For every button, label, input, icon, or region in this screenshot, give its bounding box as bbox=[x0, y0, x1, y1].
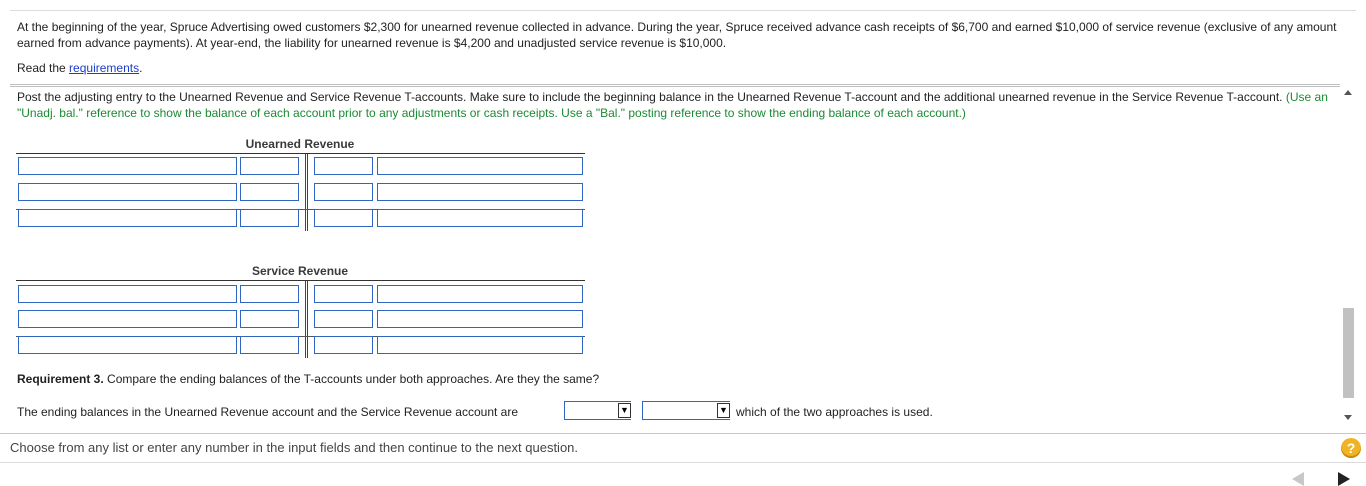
t-account-row bbox=[16, 183, 585, 210]
next-arrow-icon[interactable] bbox=[1338, 472, 1350, 486]
service-revenue-row2-left-amount[interactable] bbox=[240, 310, 299, 328]
service-revenue-row2-right-ref[interactable] bbox=[377, 310, 583, 328]
unearned-revenue-row1-left-ref[interactable] bbox=[18, 157, 237, 175]
help-icon[interactable]: ? bbox=[1341, 438, 1361, 458]
nav-divider bbox=[0, 462, 1366, 463]
requirement-3: Requirement 3. Compare the ending balanc… bbox=[17, 371, 599, 387]
dropdown-arrow-icon[interactable]: ▼ bbox=[618, 403, 631, 418]
t-account-top-line bbox=[16, 153, 585, 154]
t-account-row bbox=[16, 336, 585, 360]
service-revenue-row3-left-amount[interactable] bbox=[240, 336, 299, 354]
dropdown-arrow-icon[interactable]: ▼ bbox=[717, 403, 730, 418]
service-revenue-row3-left-ref[interactable] bbox=[18, 336, 237, 354]
service-revenue-row1-right-amount[interactable] bbox=[314, 285, 373, 303]
service-revenue-row1-left-amount[interactable] bbox=[240, 285, 299, 303]
read-requirements-line: Read the requirements. bbox=[17, 60, 142, 76]
t-account-row bbox=[16, 209, 585, 233]
content-scrollbar[interactable] bbox=[1341, 88, 1356, 422]
t-account-title-unearned-revenue: Unearned Revenue bbox=[245, 137, 355, 151]
instructions: Post the adjusting entry to the Unearned… bbox=[17, 89, 1332, 121]
service-revenue-row3-right-amount[interactable] bbox=[314, 336, 373, 354]
instructions-main: Post the adjusting entry to the Unearned… bbox=[17, 90, 1286, 104]
service-revenue-row1-right-ref[interactable] bbox=[377, 285, 583, 303]
read-prefix: Read the bbox=[17, 61, 70, 75]
answer-prefix: The ending balances in the Unearned Reve… bbox=[17, 405, 519, 419]
service-revenue-row1-left-ref[interactable] bbox=[18, 285, 237, 303]
t-account-row bbox=[16, 285, 585, 309]
unearned-revenue-row2-right-amount[interactable] bbox=[314, 183, 373, 201]
footer-divider bbox=[0, 433, 1366, 434]
answer-suffix: which of the two approaches is used. bbox=[736, 405, 933, 419]
t-account-title-service-revenue: Service Revenue bbox=[251, 264, 349, 278]
scroll-down-arrow-icon[interactable] bbox=[1344, 415, 1352, 420]
unearned-revenue-row3-left-ref[interactable] bbox=[18, 209, 237, 227]
unearned-revenue-row2-left-amount[interactable] bbox=[240, 183, 299, 201]
footer-instruction: Choose from any list or enter any number… bbox=[10, 440, 579, 455]
unearned-revenue-row3-left-amount[interactable] bbox=[240, 209, 299, 227]
section-divider-top bbox=[10, 84, 1340, 85]
unearned-revenue-row3-right-amount[interactable] bbox=[314, 209, 373, 227]
service-revenue-row3-right-ref[interactable] bbox=[377, 336, 583, 354]
t-account-row bbox=[16, 157, 585, 181]
top-divider bbox=[10, 10, 1356, 11]
requirements-link[interactable]: requirements bbox=[69, 61, 139, 75]
unearned-revenue-row1-right-ref[interactable] bbox=[377, 157, 583, 175]
requirement-3-label: Requirement 3. bbox=[17, 372, 104, 386]
previous-arrow-icon[interactable] bbox=[1292, 472, 1304, 486]
scrollbar-thumb[interactable] bbox=[1343, 308, 1354, 398]
scroll-up-arrow-icon[interactable] bbox=[1344, 90, 1352, 95]
unearned-revenue-row2-left-ref[interactable] bbox=[18, 183, 237, 201]
unearned-revenue-row1-right-amount[interactable] bbox=[314, 157, 373, 175]
t-account-row bbox=[16, 310, 585, 337]
unearned-revenue-row3-right-ref[interactable] bbox=[377, 209, 583, 227]
section-divider-bottom bbox=[10, 86, 1340, 87]
unearned-revenue-row2-right-ref[interactable] bbox=[377, 183, 583, 201]
service-revenue-row2-right-amount[interactable] bbox=[314, 310, 373, 328]
answer-dropdown-2[interactable]: ▼ bbox=[642, 401, 730, 420]
read-suffix: . bbox=[139, 61, 143, 75]
service-revenue-row2-left-ref[interactable] bbox=[18, 310, 237, 328]
unearned-revenue-row1-left-amount[interactable] bbox=[240, 157, 299, 175]
requirement-3-question: Compare the ending balances of the T-acc… bbox=[103, 372, 600, 386]
t-account-top-line bbox=[16, 280, 585, 281]
answer-dropdown-1[interactable]: ▼ bbox=[564, 401, 631, 420]
problem-intro: At the beginning of the year, Spruce Adv… bbox=[17, 20, 1337, 50]
